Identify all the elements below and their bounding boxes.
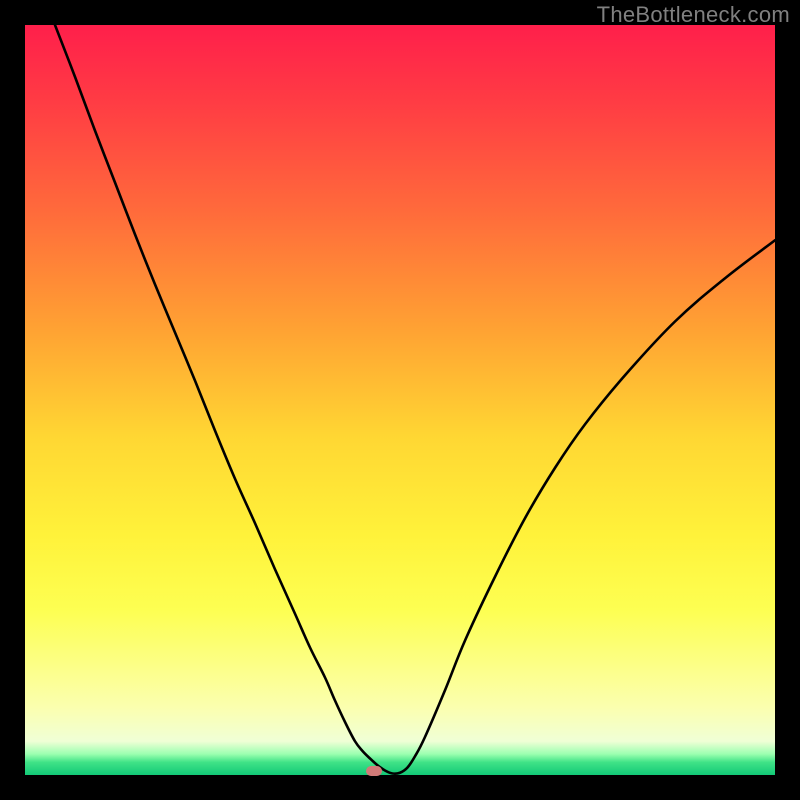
watermark-text: TheBottleneck.com bbox=[597, 2, 790, 28]
curve-path bbox=[55, 25, 775, 774]
plot-area bbox=[25, 25, 775, 775]
optimal-marker bbox=[366, 766, 382, 776]
bottleneck-curve bbox=[25, 25, 775, 775]
